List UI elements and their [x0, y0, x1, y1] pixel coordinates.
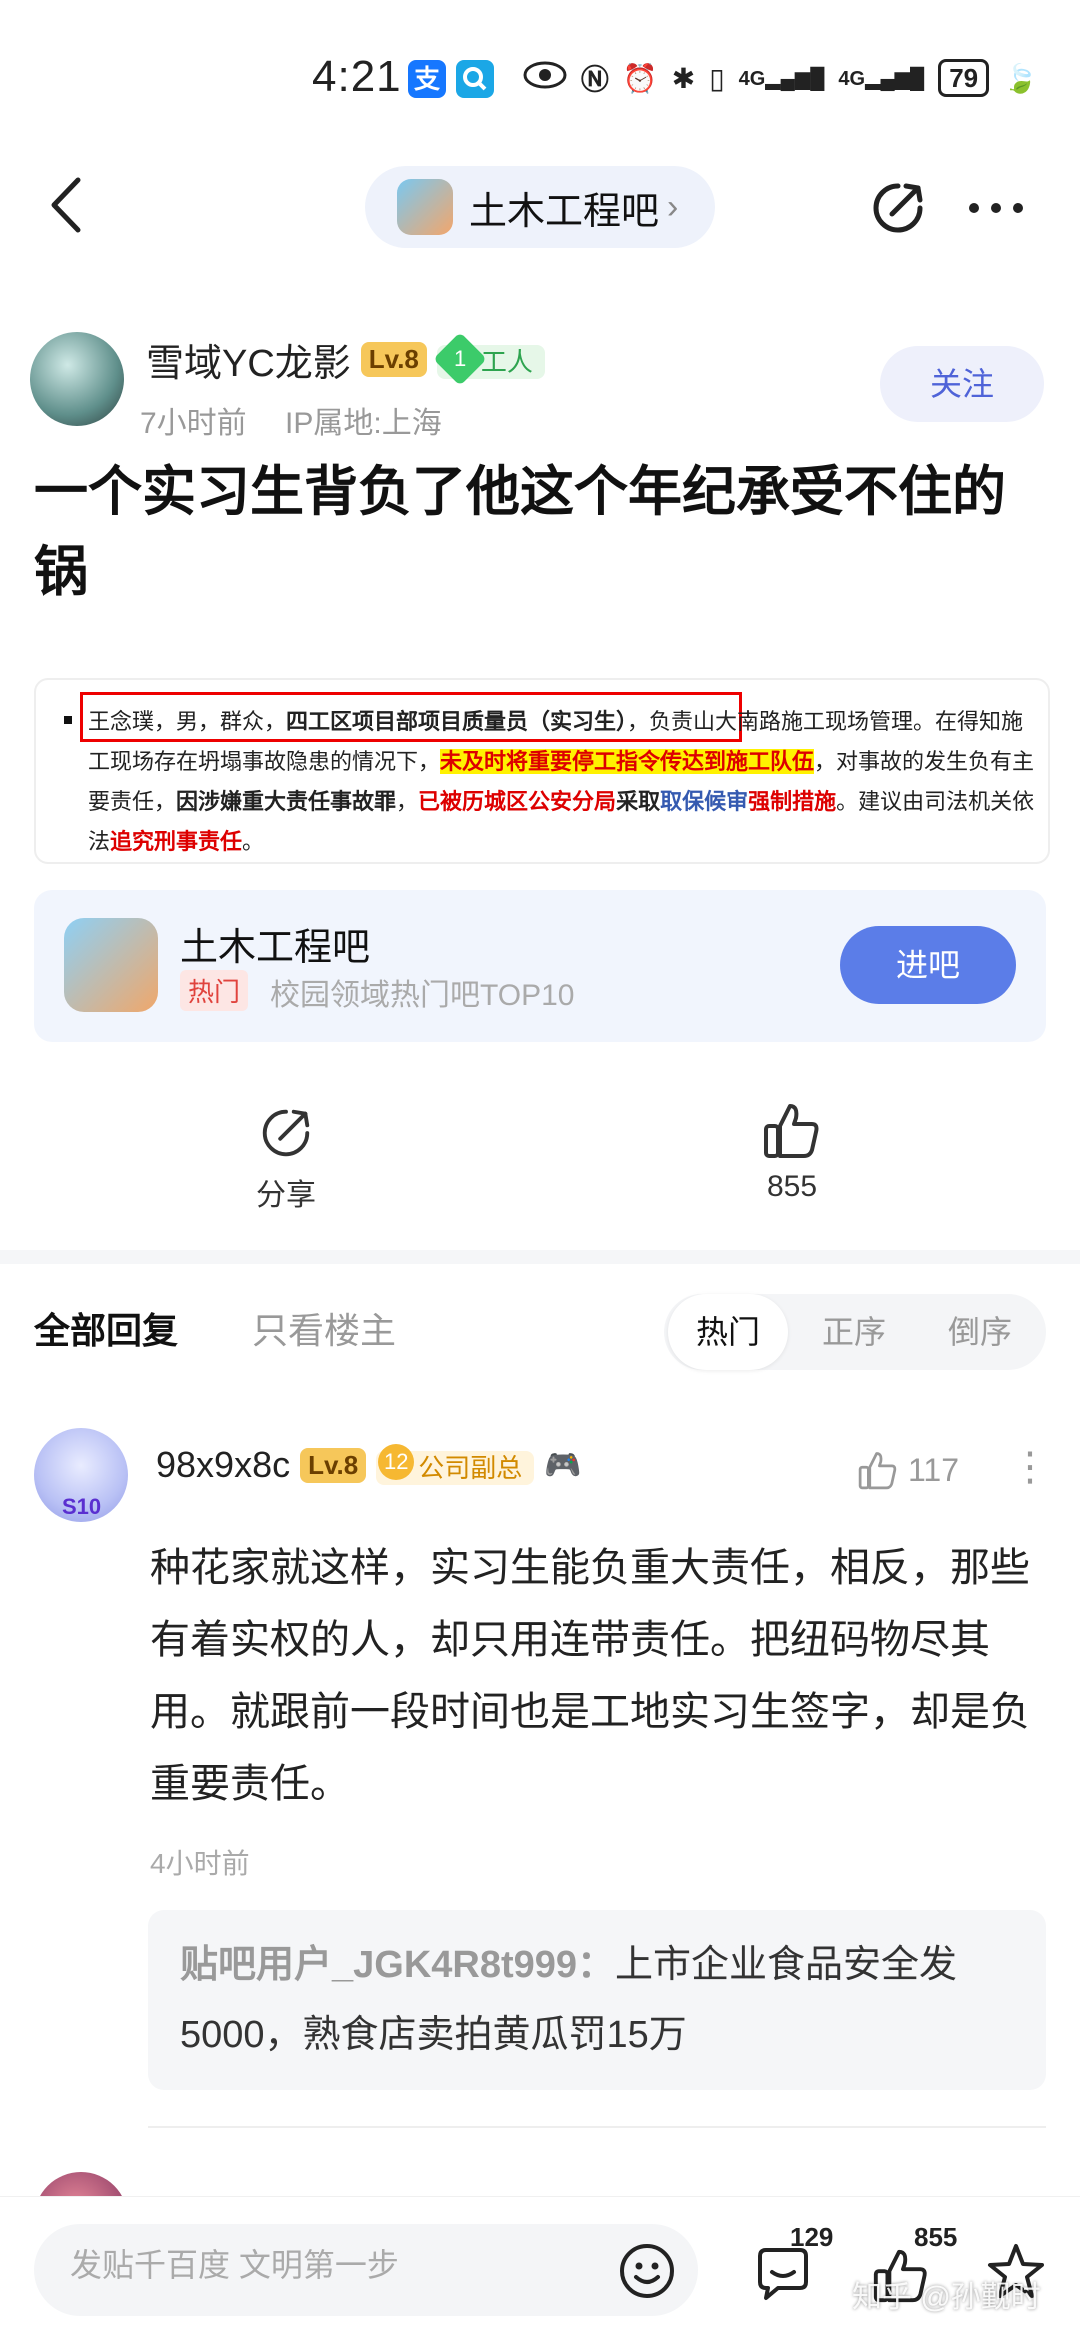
- signal-4g-icon-2: 4G▂▄▆█: [838, 67, 925, 90]
- like-count: 855: [766, 1170, 818, 1203]
- share-edit-button[interactable]: [868, 178, 928, 238]
- share-action[interactable]: 分享: [236, 1104, 336, 1214]
- s10-badge: S10: [62, 1494, 102, 1519]
- thumbs-up-icon: [764, 1104, 819, 1158]
- back-button[interactable]: [40, 170, 100, 240]
- emoji-button[interactable]: [618, 2242, 676, 2300]
- sub-reply-user[interactable]: 贴吧用户_JGK4R8t999：: [180, 1944, 615, 1986]
- thumbs-up-icon: [858, 1452, 897, 1490]
- sub-reply-text: 贴吧用户_JGK4R8t999：上市企业食品安全发5000，熟食店卖拍黄瓜罚15…: [180, 1930, 1020, 2070]
- chevron-right-icon: ›: [667, 187, 679, 226]
- search-app-notification-icon: [456, 60, 494, 98]
- author-meta: 7小时前 IP属地:上海: [140, 398, 442, 442]
- rank-number: 12: [378, 1444, 415, 1480]
- author-avatar[interactable]: [30, 332, 124, 426]
- forum-card-name: 土木工程吧: [180, 927, 371, 969]
- emoji-icon: [620, 2244, 674, 2298]
- post-image-text: 王念璞，男，群众，四工区项目部项目质量员（实习生），负责山大南路施工现场管理。在…: [88, 709, 1035, 854]
- commenter-rank-badge: 12 公司副总: [376, 1444, 535, 1486]
- section-divider: [0, 1250, 1080, 1264]
- share-icon: [262, 1109, 310, 1157]
- alarm-icon: ⏰: [622, 62, 658, 94]
- forum-header-pill[interactable]: 土木工程吧 ›: [365, 166, 715, 248]
- author-info: 雪域YC龙影 Lv.8 1 工人: [146, 332, 545, 387]
- reply-input[interactable]: [68, 2246, 592, 2285]
- share-icon: [873, 183, 923, 233]
- comment-body: 种花家就这样，实习生能负重大责任，相反，那些有着实权的人，却只用连带责任。把纽码…: [150, 1546, 1030, 1806]
- reply-input-box[interactable]: [34, 2224, 698, 2316]
- post-title: 一个实习生背负了他这个年纪承受不住的锅: [34, 462, 1006, 602]
- sort-hot[interactable]: 热门: [668, 1294, 788, 1370]
- author-name[interactable]: 雪域YC龙影: [146, 332, 351, 387]
- more-dots-icon: [969, 203, 1023, 213]
- author-level-badge: Lv.8: [360, 342, 427, 377]
- comment-like-button[interactable]: 117: [856, 1448, 959, 1492]
- game-controller-icon: 🎮: [544, 1448, 582, 1482]
- back-arrow-icon: [51, 177, 81, 233]
- commenter-level-badge: Lv.8: [300, 1447, 367, 1483]
- post-image[interactable]: 王念璞，男，群众，四工区项目部项目质量员（实习生），负责山大南路施工现场管理。在…: [34, 678, 1050, 864]
- forum-card-description: 校园领域热门吧TOP10: [270, 979, 575, 1012]
- comment-bubble-icon: [758, 2248, 808, 2300]
- forum-card[interactable]: 土木工程吧 热门 校园领域热门吧TOP10 进吧: [34, 890, 1046, 1042]
- tab-owner-only[interactable]: 只看楼主: [252, 1302, 396, 1354]
- sub-reply[interactable]: 贴吧用户_JGK4R8t999：上市企业食品安全发5000，熟食店卖拍黄瓜罚15…: [148, 1910, 1046, 2090]
- comment-more-button[interactable]: ⋮: [1010, 1444, 1050, 1490]
- commenter-info: 98x9x8c Lv.8 12 公司副总 🎮: [156, 1444, 582, 1486]
- follow-button[interactable]: 关注: [880, 346, 1044, 422]
- sort-descending[interactable]: 倒序: [920, 1294, 1040, 1370]
- author-title-badge: 1 工人: [433, 332, 545, 386]
- bluetooth-icon: ✱: [671, 62, 696, 94]
- ip-location: IP属地:上海: [285, 407, 442, 440]
- forum-name: 土木工程吧: [469, 190, 660, 233]
- eye-icon: [523, 60, 567, 97]
- share-label: 分享: [256, 1179, 316, 1212]
- leaf-icon: 🍃: [1003, 62, 1038, 94]
- hot-tag: 热门: [180, 970, 249, 1011]
- nfc-icon: Ⓝ: [580, 64, 609, 95]
- forum-avatar: [397, 179, 453, 235]
- comments-button[interactable]: 129: [752, 2222, 833, 2306]
- signal-4g-icon: 4G▂▄▆█: [738, 67, 825, 90]
- vibrate-icon: ▯: [709, 62, 725, 94]
- comment-count: 129: [790, 2222, 834, 2252]
- battery-indicator: 79: [938, 59, 990, 97]
- comment-separator: [148, 2126, 1046, 2128]
- commenter-name[interactable]: 98x9x8c: [156, 1444, 290, 1486]
- tab-all-replies[interactable]: 全部回复: [34, 1302, 178, 1354]
- sort-ascending[interactable]: 正序: [794, 1294, 914, 1370]
- alipay-notification-icon: 支: [408, 60, 446, 98]
- bottom-like-count: 855: [914, 2222, 958, 2252]
- comment-time: 4小时前: [150, 1848, 250, 1879]
- like-action[interactable]: 855: [742, 1098, 842, 1204]
- status-time: 4:21: [312, 52, 402, 101]
- post-time: 7小时前: [140, 407, 247, 440]
- comment-like-count: 117: [908, 1451, 960, 1488]
- bullet-mark: [64, 716, 72, 724]
- enter-forum-button[interactable]: 进吧: [840, 926, 1016, 1004]
- status-icons: Ⓝ ⏰ ✱ ▯ 4G▂▄▆█ 4G▂▄▆█ 79 🍃: [523, 58, 1038, 98]
- zhihu-watermark: 知乎 @孙觐时: [852, 2281, 1041, 2314]
- sort-segment: 热门 正序 倒序: [664, 1294, 1046, 1370]
- forum-card-avatar: [64, 918, 158, 1012]
- more-options-button[interactable]: [966, 196, 1026, 220]
